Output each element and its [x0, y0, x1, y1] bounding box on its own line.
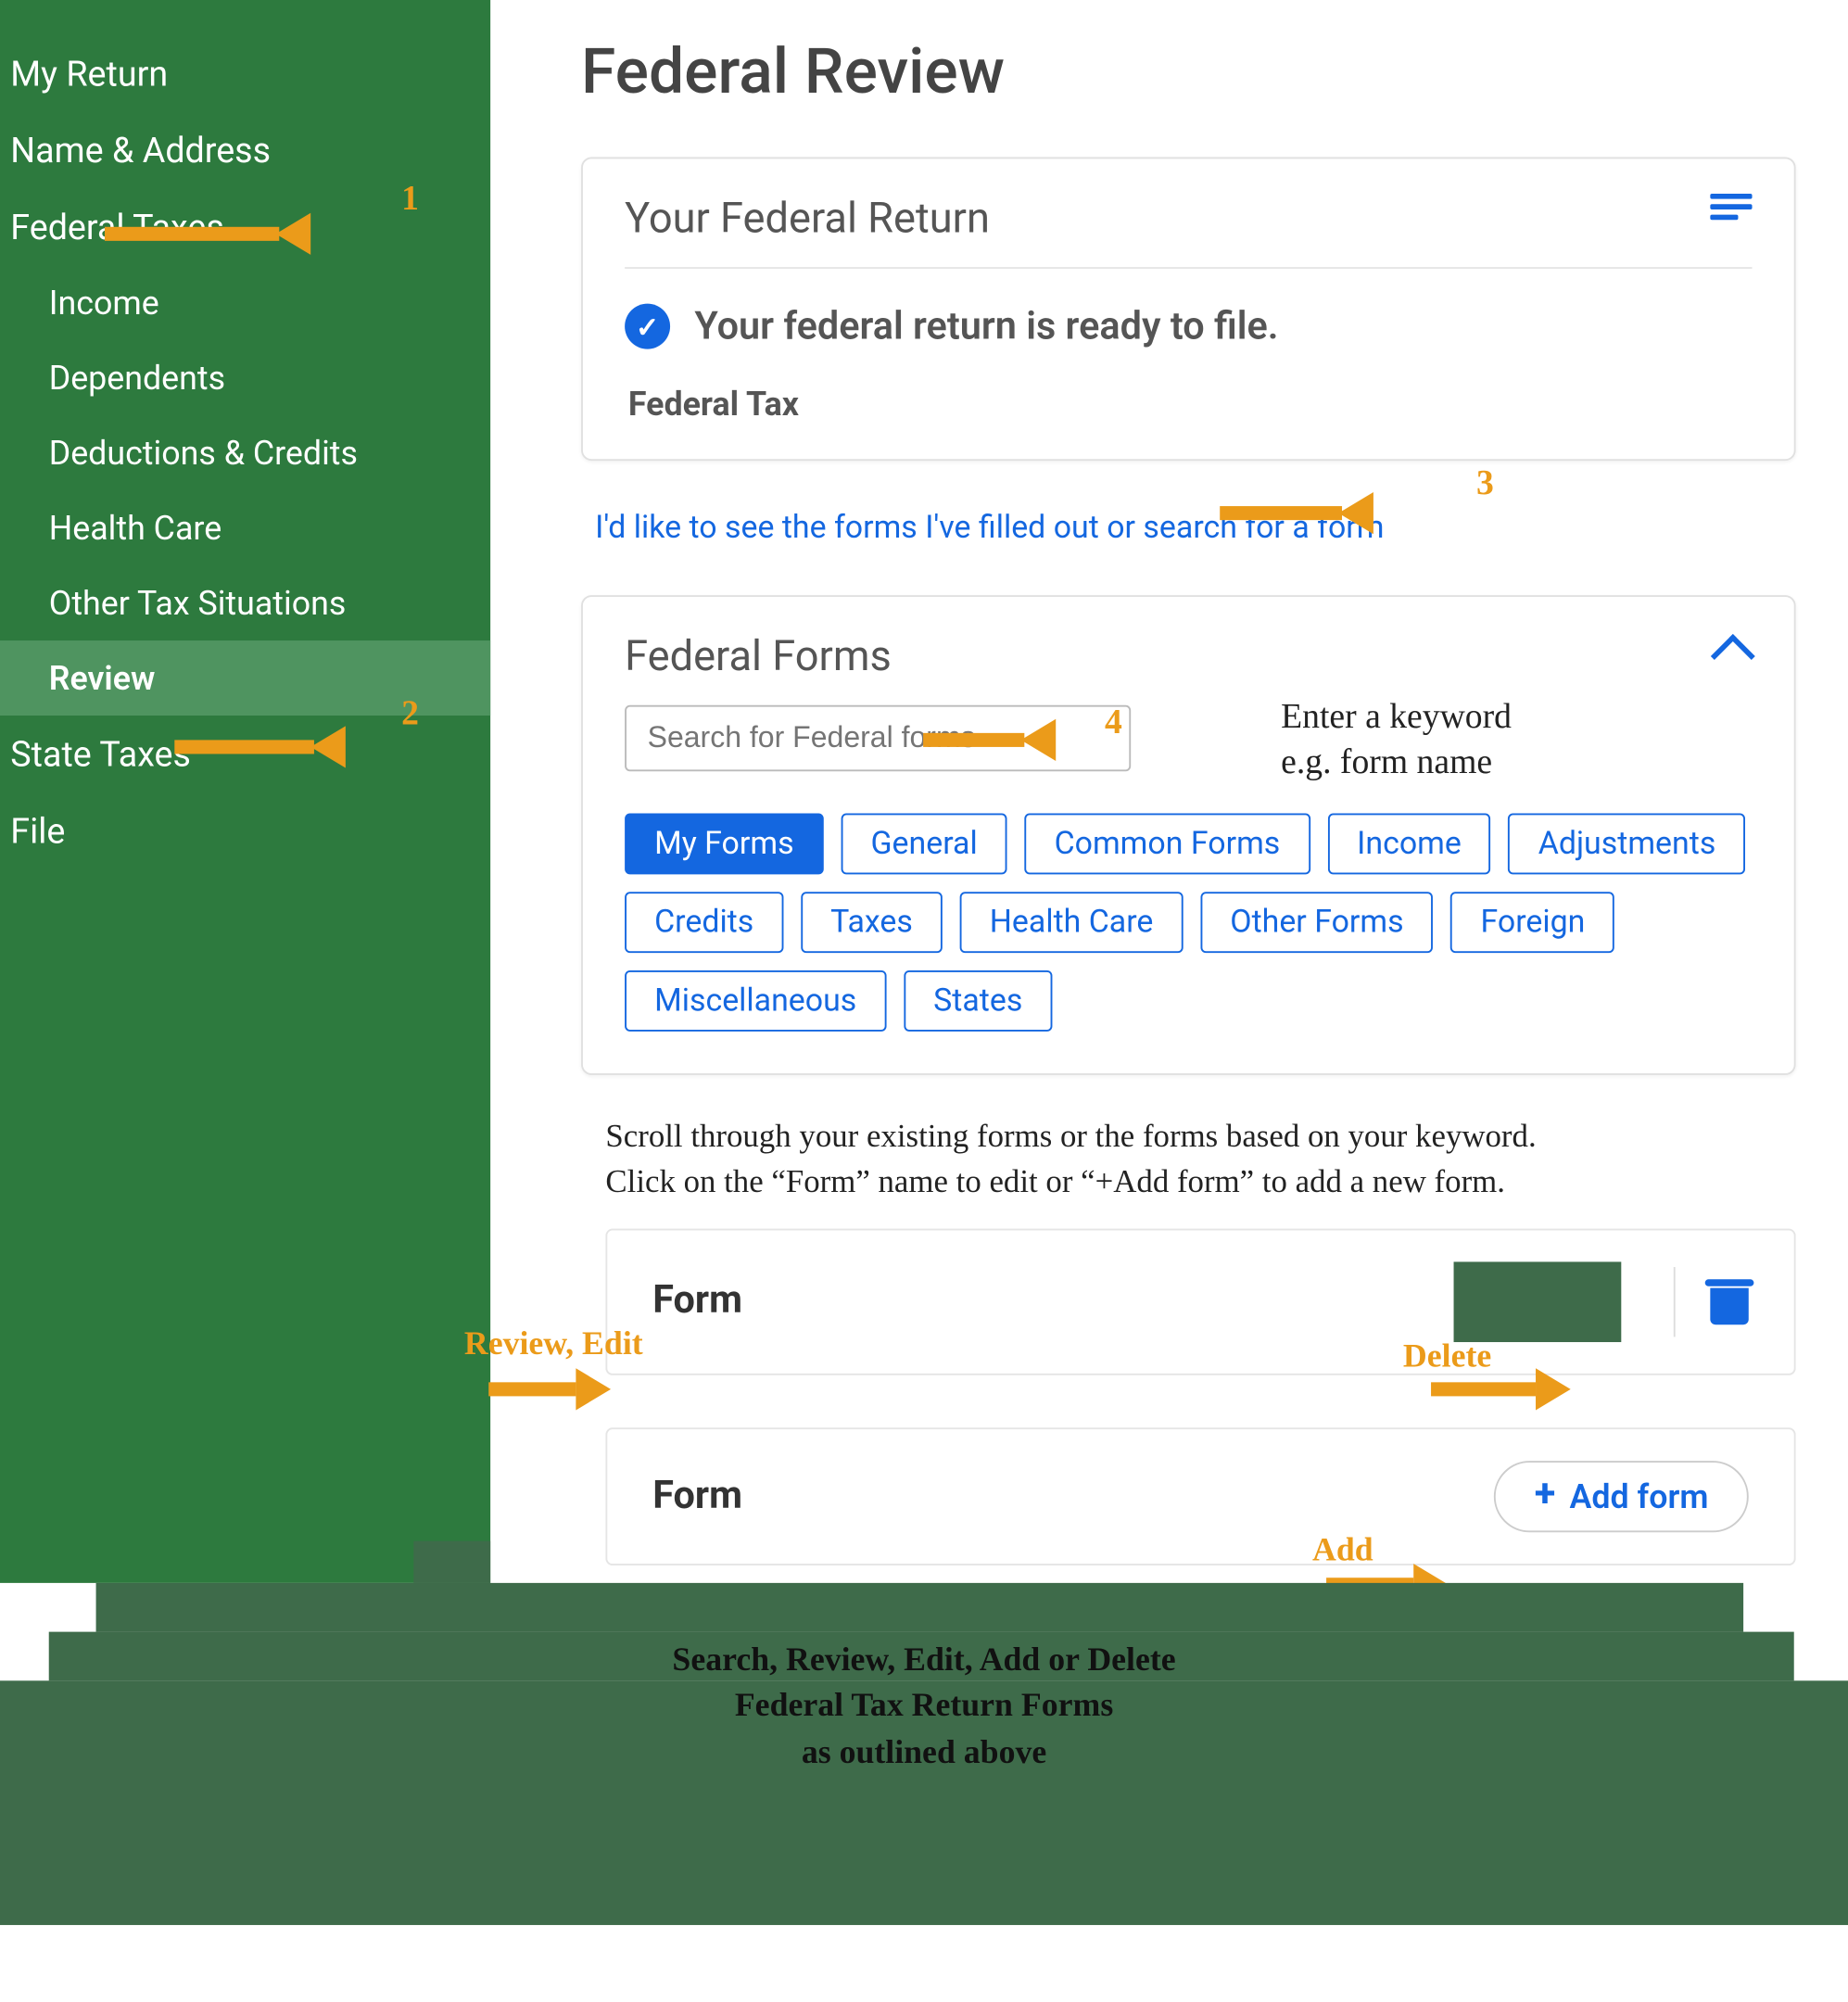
chip-miscellaneous[interactable]: Miscellaneous — [625, 970, 886, 1032]
card-title: Your Federal Return — [625, 194, 1752, 269]
status-text: Your federal return is ready to file. — [694, 305, 1278, 348]
plus-icon: + — [1535, 1477, 1556, 1515]
footer-line-1: Search, Review, Edit, Add or Delete — [0, 1639, 1848, 1685]
chip-states[interactable]: States — [904, 970, 1052, 1032]
form-row-add: Form + Add form — [605, 1427, 1795, 1565]
sidebar-item-deductions-credits[interactable]: Deductions & Credits — [0, 415, 490, 490]
footer-line-2: Federal Tax Return Forms — [0, 1685, 1848, 1731]
sidebar: My Return Name & Address Federal Taxes I… — [0, 0, 490, 1582]
main-content: Federal Review Your Federal Return ✓ You… — [490, 0, 1848, 1582]
see-forms-link[interactable]: I'd like to see the forms I've filled ou… — [595, 510, 1796, 547]
chip-common-forms[interactable]: Common Forms — [1025, 813, 1310, 874]
chip-other-forms[interactable]: Other Forms — [1200, 892, 1433, 953]
sidebar-item-income[interactable]: Income — [0, 265, 490, 340]
annotation-number-2: 2 — [401, 694, 419, 734]
chip-general[interactable]: General — [841, 813, 1006, 874]
redacted-block — [1454, 1261, 1622, 1342]
annotation-number-4: 4 — [1105, 703, 1122, 743]
chip-income[interactable]: Income — [1327, 813, 1491, 874]
form-category-chips: My Forms General Common Forms Income Adj… — [625, 813, 1752, 1031]
app-root: My Return Name & Address Federal Taxes I… — [0, 0, 1848, 1582]
annotation-delete: Delete — [1403, 1338, 1491, 1376]
sidebar-item-my-return[interactable]: My Return — [0, 35, 490, 112]
sidebar-item-health-care[interactable]: Health Care — [0, 490, 490, 565]
search-hint: Enter a keyword e.g. form name — [1281, 694, 1512, 785]
chip-adjustments[interactable]: Adjustments — [1509, 813, 1746, 874]
form-name-label: Form — [652, 1475, 742, 1518]
footer-steps: Search, Review, Edit, Add or Delete Fede… — [0, 1582, 1848, 1932]
check-icon: ✓ — [625, 304, 670, 349]
card-menu-icon[interactable] — [1710, 194, 1752, 220]
form-name-link[interactable]: Form — [652, 1280, 742, 1324]
delete-icon[interactable] — [1710, 1279, 1748, 1324]
annotation-number-3: 3 — [1476, 464, 1494, 504]
federal-return-card: Your Federal Return ✓ Your federal retur… — [581, 157, 1796, 461]
page-title: Federal Review — [581, 35, 1796, 108]
status-row: ✓ Your federal return is ready to file. — [625, 304, 1752, 349]
sidebar-item-file[interactable]: File — [0, 792, 490, 869]
annotation-add: Add — [1312, 1532, 1373, 1570]
chip-taxes[interactable]: Taxes — [801, 892, 943, 953]
annotation-review-edit: Review, Edit — [464, 1326, 643, 1364]
footer-line-3: as outlined above — [0, 1731, 1848, 1778]
divider — [1674, 1267, 1676, 1337]
sidebar-item-name-address[interactable]: Name & Address — [0, 112, 490, 189]
chip-credits[interactable]: Credits — [625, 892, 783, 953]
add-form-button[interactable]: + Add form — [1494, 1461, 1748, 1532]
add-form-label: Add form — [1569, 1476, 1708, 1516]
collapse-icon[interactable] — [1711, 634, 1755, 678]
sidebar-item-dependents[interactable]: Dependents — [0, 340, 490, 415]
chip-health-care[interactable]: Health Care — [960, 892, 1183, 953]
federal-tax-label: Federal Tax — [628, 384, 1753, 424]
chip-foreign[interactable]: Foreign — [1450, 892, 1614, 953]
sidebar-item-other-tax[interactable]: Other Tax Situations — [0, 565, 490, 640]
form-row-existing: Form — [605, 1228, 1795, 1375]
federal-forms-card: Federal Forms Enter a keyword e.g. form … — [581, 595, 1796, 1075]
annotation-number-1: 1 — [401, 180, 419, 220]
forms-card-title: Federal Forms — [625, 632, 892, 681]
instruction-text: Scroll through your existing forms or th… — [605, 1117, 1795, 1208]
forms-search-input[interactable] — [625, 705, 1131, 772]
chip-my-forms[interactable]: My Forms — [625, 813, 823, 874]
